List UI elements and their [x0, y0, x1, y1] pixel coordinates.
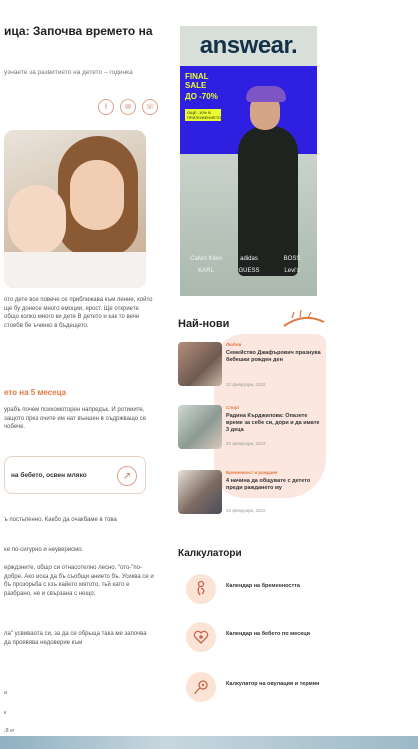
arrow-up-right-icon[interactable]: ↗	[117, 466, 137, 486]
ad-logo: BOSS	[283, 256, 301, 262]
article-paragraph-6: ла" усвиваота си, за да се обрьща така м…	[4, 631, 147, 646]
related-article-label: на бебето, освен мляко	[11, 472, 87, 479]
article-paragraph-4: ке по-сигурно и неуверисмо.	[4, 547, 84, 553]
ad-logo: KARL	[198, 268, 214, 274]
messenger-icon[interactable]: ✉	[120, 99, 136, 115]
article-hero-image	[4, 130, 146, 288]
calculator-label[interactable]: Калкулатор на овулация и термин	[226, 680, 326, 688]
news-thumbnail[interactable]	[178, 405, 222, 449]
news-title[interactable]: Семейство Джафърович празнува бебешки ро…	[226, 350, 324, 364]
pregnant-icon	[186, 574, 216, 604]
news-date: 22 февруари, 2022	[226, 382, 266, 387]
calculators-heading: Калкулатори	[178, 548, 242, 559]
calculator-label[interactable]: Календар на бременността	[226, 582, 326, 590]
ad-sale-line3: ОЩЕ -10% В ПРИЛОЖЕНИЕТО	[185, 109, 222, 121]
share-buttons: f ✉ ☏	[98, 99, 158, 115]
ad-brand-logo: answear.	[180, 26, 317, 66]
article-tail-3: ,8 кг	[4, 728, 15, 734]
article-paragraph-5: ерждзните, общо си отнасотелно лесно, "о…	[4, 565, 154, 597]
calculator-baby-months[interactable]: Календар на бебето по месеци	[186, 622, 336, 658]
calculator-pregnancy[interactable]: Календар на бременността	[186, 574, 336, 610]
ad-logo: GUESS	[238, 268, 260, 274]
ovulation-icon	[186, 672, 216, 702]
article-paragraph-1: ото дете все повече се приближава към ле…	[4, 297, 153, 329]
ad-sale-line1: FINAL SALE	[185, 72, 209, 90]
ad-logo: adidas	[240, 256, 258, 262]
page: ица: Започва времето на узнаете за разви…	[0, 0, 418, 736]
article-paragraph-3: ъ постьпенно. Какбо да очакбаме в това	[4, 517, 117, 523]
facebook-icon[interactable]: f	[98, 99, 114, 115]
related-article-card[interactable]: на бебето, освен мляко ↗	[4, 456, 146, 494]
ad-sale-line2: ДО -70%	[185, 92, 218, 101]
news-date: 22 февруари, 2022	[226, 441, 266, 446]
heart-baby-icon	[186, 622, 216, 652]
article-subtitle: узнаете за развитието на детето – годинк…	[4, 69, 133, 76]
news-date: 22 февруари, 2022	[226, 508, 266, 513]
ad-brand-logos: Calvin Klein adidas BOSS KARL GUESS Levi…	[186, 256, 312, 274]
news-category: Любов	[226, 342, 242, 347]
calculator-label[interactable]: Календар на бебето по месеци	[226, 630, 326, 638]
ad-logo: Calvin Klein	[190, 256, 222, 262]
article-column: ица: Започва времето на узнаете за разви…	[0, 0, 165, 736]
viber-icon[interactable]: ☏	[142, 99, 158, 115]
article-tail-2: к	[4, 710, 7, 716]
latest-news-heading: Най-нови	[178, 318, 230, 330]
article-title: ица: Започва времето на	[4, 24, 153, 38]
ad-model-hat	[246, 86, 286, 102]
decorative-swoosh-icon	[283, 309, 325, 327]
calculator-ovulation[interactable]: Калкулатор на овулация и термин	[186, 672, 336, 708]
answear-ad-banner[interactable]: answear. FINAL SALE ДО -70% ОЩЕ -10% В П…	[180, 26, 317, 296]
article-section-heading: ето на 5 месеца	[4, 388, 67, 397]
ad-model-coat	[238, 126, 298, 276]
news-thumbnail[interactable]	[178, 342, 222, 386]
article-tail-1: а	[4, 690, 8, 696]
article-paragraph-2: урабъ почем психомоторен напредък. И рот…	[4, 407, 147, 430]
news-title[interactable]: Радина Кърджилова: Опазете време за себе…	[226, 413, 324, 434]
ad-logo: Levi's	[284, 268, 300, 274]
news-category: Спорт	[226, 405, 240, 410]
news-thumbnail[interactable]	[178, 470, 222, 514]
news-title[interactable]: 4 начина да общувате с детето преди ражд…	[226, 478, 324, 492]
news-category: Бременност и раждане	[226, 470, 278, 475]
background-strip	[0, 736, 418, 749]
